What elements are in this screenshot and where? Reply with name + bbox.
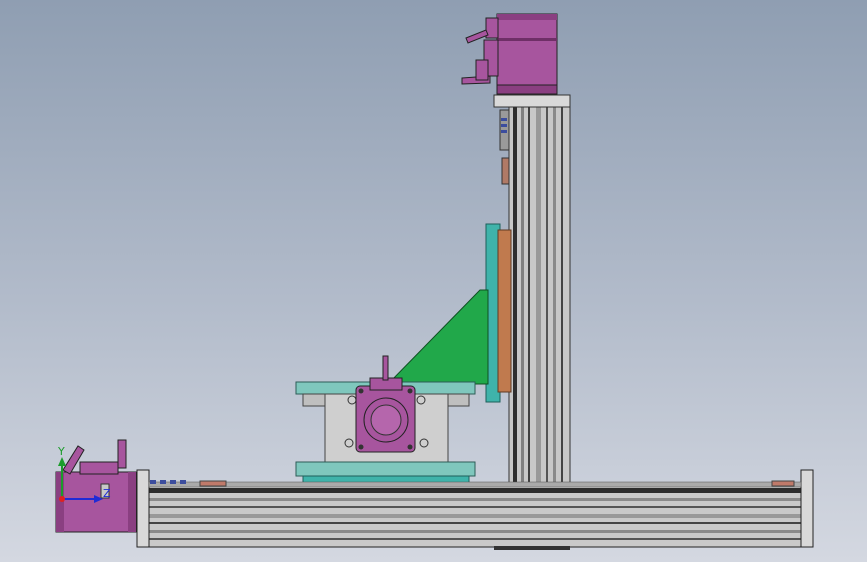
triad-x-axis: [59, 496, 65, 502]
support-gusset[interactable]: [386, 289, 489, 385]
x-axis-rail[interactable]: [136, 469, 814, 550]
assembly-drawing[interactable]: Y Z: [0, 0, 867, 562]
x-axis-motor[interactable]: [55, 439, 137, 533]
z-axis-motor[interactable]: [461, 13, 558, 95]
cad-graphics-viewport[interactable]: Y Z: [0, 0, 867, 562]
vertical-carriage-plate[interactable]: [485, 223, 512, 403]
triad-y-label: Y: [57, 445, 65, 458]
triad-z-label: Z: [103, 487, 111, 500]
